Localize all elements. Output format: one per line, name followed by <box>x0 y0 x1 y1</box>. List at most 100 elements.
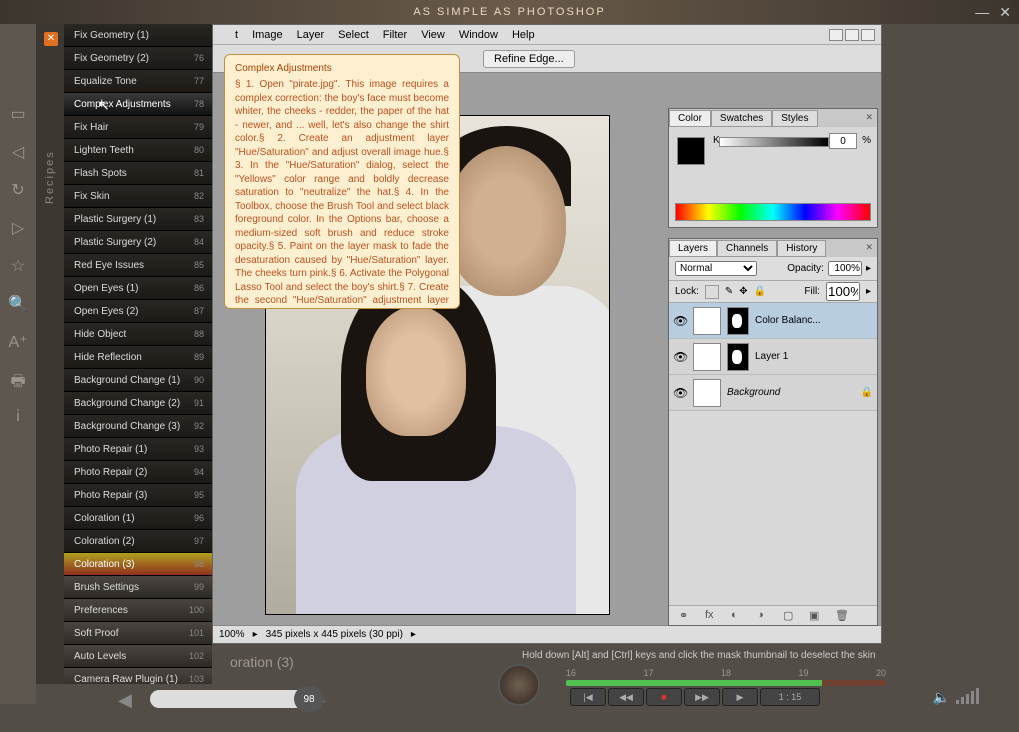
recipe-item[interactable]: Background Change (1)90 <box>64 369 212 392</box>
trash-icon[interactable]: 🗑 <box>835 609 849 623</box>
recipe-item[interactable]: Background Change (3)92 <box>64 415 212 438</box>
menu-item[interactable]: Layer <box>297 29 325 41</box>
page-icon[interactable]: ▭ <box>8 104 28 124</box>
menu-item[interactable]: t <box>235 29 238 41</box>
layer-mask-thumb[interactable] <box>727 307 749 335</box>
layer-thumb[interactable] <box>693 343 721 371</box>
search-icon[interactable]: 🔍 <box>8 294 28 314</box>
refresh-icon[interactable]: ↻ <box>8 180 28 200</box>
recipe-item[interactable]: Red Eye Issues85 <box>64 254 212 277</box>
k-input[interactable] <box>829 133 857 149</box>
folder-icon[interactable]: ▢ <box>783 609 797 623</box>
minimize-button[interactable]: — <box>975 4 989 21</box>
play-icon[interactable]: ▷ <box>8 218 28 238</box>
layer-row[interactable]: 👁 Background 🔒 <box>669 375 877 411</box>
lock-all-icon[interactable]: 🔒 <box>754 286 766 297</box>
recipe-item[interactable]: Auto Levels102 <box>64 645 212 668</box>
layer-row[interactable]: 👁 Layer 1 <box>669 339 877 375</box>
menu-item[interactable]: View <box>421 29 445 41</box>
ps-restore-icon[interactable] <box>845 29 859 41</box>
layer-row[interactable]: 👁 Color Balanc... <box>669 303 877 339</box>
recipe-item[interactable]: Open Eyes (1)86 <box>64 277 212 300</box>
panel-tab[interactable]: Channels <box>717 240 777 257</box>
link-icon[interactable]: ⚭ <box>679 609 693 623</box>
lock-transparent-icon[interactable] <box>705 285 719 299</box>
zoom-value[interactable]: 100% <box>219 629 245 640</box>
foreground-swatch[interactable] <box>677 137 705 165</box>
recipe-item[interactable]: Background Change (2)91 <box>64 392 212 415</box>
star-icon[interactable]: ☆ <box>8 256 28 276</box>
info-icon[interactable]: i <box>8 408 28 428</box>
visibility-icon[interactable]: 👁 <box>673 386 687 400</box>
new-layer-icon[interactable]: ▣ <box>809 609 823 623</box>
recipe-item[interactable]: Lighten Teeth80 <box>64 139 212 162</box>
lock-brush-icon[interactable]: ✎ <box>725 286 733 297</box>
rewind-button[interactable]: ◀◀ <box>608 688 644 706</box>
layer-mask-thumb[interactable] <box>727 343 749 371</box>
panel-close-icon[interactable]: ✕ <box>865 242 873 253</box>
fill-input[interactable] <box>826 282 860 301</box>
recipe-item[interactable]: Fix Hair79 <box>64 116 212 139</box>
recipe-item[interactable]: Hide Object88 <box>64 323 212 346</box>
menu-item[interactable]: Filter <box>383 29 407 41</box>
panel-tab[interactable]: Swatches <box>711 110 772 127</box>
layer-thumb[interactable] <box>693 379 721 407</box>
recipe-item[interactable]: Flash Spots81 <box>64 162 212 185</box>
recipe-item[interactable]: Coloration (2)97 <box>64 530 212 553</box>
recipe-item[interactable]: Fix Skin82 <box>64 185 212 208</box>
recipe-item[interactable]: Brush Settings99 <box>64 576 212 599</box>
sidebar-close-button[interactable]: ✕ <box>44 32 58 46</box>
recipe-item[interactable]: Soft Proof101 <box>64 622 212 645</box>
panel-tab[interactable]: Color <box>669 110 711 127</box>
recipe-item[interactable]: Preferences100 <box>64 599 212 622</box>
recipe-item[interactable]: Photo Repair (3)95 <box>64 484 212 507</box>
recipe-item[interactable]: Coloration (1)96 <box>64 507 212 530</box>
recipe-item[interactable]: Camera Raw Plugin (1)103 <box>64 668 212 684</box>
recipe-item[interactable]: Fix Geometry (2)76 <box>64 47 212 70</box>
blend-mode-select[interactable]: Normal <box>675 261 757 276</box>
close-button[interactable]: ✕ <box>999 4 1011 21</box>
panel-tab[interactable]: History <box>777 240 826 257</box>
next-button[interactable]: ▶ <box>722 688 758 706</box>
recipe-item[interactable]: Equalize Tone77 <box>64 70 212 93</box>
prev-button[interactable]: |◀ <box>570 688 606 706</box>
recipe-item[interactable]: Complex Adjustments78 <box>64 93 212 116</box>
big-play-button[interactable] <box>498 664 540 706</box>
visibility-icon[interactable]: 👁 <box>673 314 687 328</box>
recipe-item[interactable]: Plastic Surgery (2)84 <box>64 231 212 254</box>
recipe-item[interactable]: Plastic Surgery (1)83 <box>64 208 212 231</box>
menu-item[interactable]: Image <box>252 29 283 41</box>
menu-item[interactable]: Select <box>338 29 369 41</box>
ps-minimize-icon[interactable] <box>829 29 843 41</box>
page-knob[interactable]: 98 <box>294 686 324 712</box>
recipe-item[interactable]: Photo Repair (1)93 <box>64 438 212 461</box>
refine-edge-button[interactable]: Refine Edge... <box>483 50 575 68</box>
opacity-arrow-icon[interactable]: ▸ <box>866 263 871 274</box>
volume-control[interactable]: 🔈 <box>933 688 979 707</box>
opacity-input[interactable] <box>828 261 862 276</box>
color-spectrum[interactable] <box>675 203 871 221</box>
adjustment-icon[interactable]: ◑ <box>757 609 771 623</box>
print-icon[interactable]: 🖶 <box>8 370 28 390</box>
fill-arrow-icon[interactable]: ▸ <box>866 286 871 297</box>
fx-icon[interactable]: fx <box>705 609 719 623</box>
menu-item[interactable]: Help <box>512 29 535 41</box>
back-icon[interactable]: ◁ <box>8 142 28 162</box>
text-icon[interactable]: A⁺ <box>8 332 28 352</box>
stop-button[interactable]: ■ <box>646 688 682 706</box>
k-slider[interactable] <box>719 137 829 147</box>
mask-icon[interactable]: ◐ <box>731 609 745 623</box>
ps-close-icon[interactable] <box>861 29 875 41</box>
panel-close-icon[interactable]: ✕ <box>865 112 873 123</box>
fwd-button[interactable]: ▶▶ <box>684 688 720 706</box>
layer-thumb[interactable] <box>693 307 721 335</box>
nav-prev-button[interactable]: ◀ <box>118 690 132 711</box>
recipe-item[interactable]: Open Eyes (2)87 <box>64 300 212 323</box>
panel-tab[interactable]: Layers <box>669 240 717 257</box>
recipe-item[interactable]: Hide Reflection89 <box>64 346 212 369</box>
progress-bar[interactable] <box>566 680 886 686</box>
menu-item[interactable]: Window <box>459 29 498 41</box>
visibility-icon[interactable]: 👁 <box>673 350 687 364</box>
recipe-item[interactable]: Photo Repair (2)94 <box>64 461 212 484</box>
panel-tab[interactable]: Styles <box>772 110 817 127</box>
